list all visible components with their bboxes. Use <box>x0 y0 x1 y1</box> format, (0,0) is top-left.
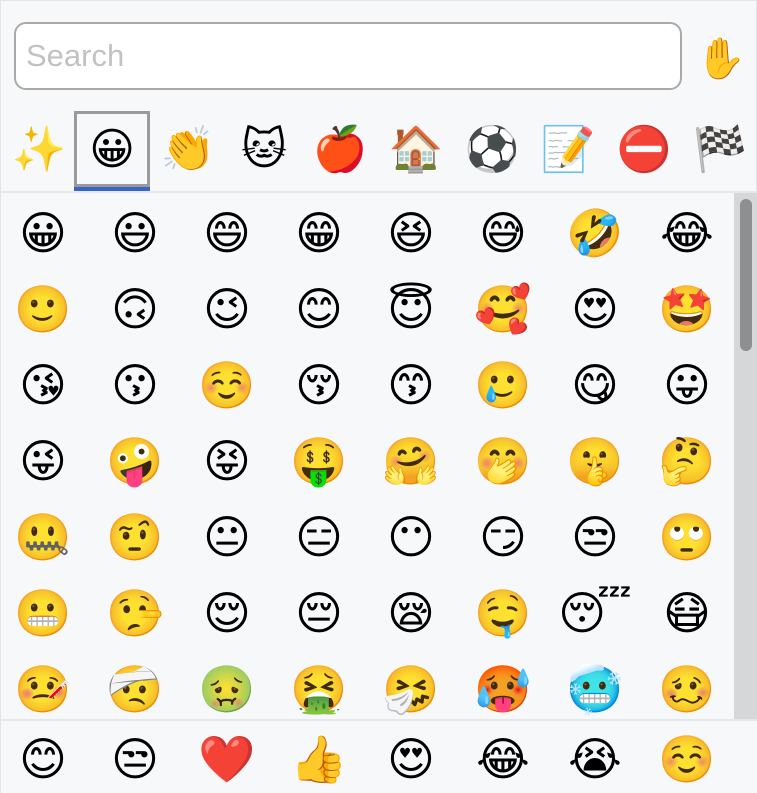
emoji-cell[interactable]: 🤣 <box>557 195 633 271</box>
emoji-cell[interactable]: 🙃 <box>97 271 173 347</box>
emoji-cell[interactable]: 😜 <box>5 423 81 499</box>
emoji-cell[interactable]: 😶 <box>373 499 449 575</box>
emoji-cell[interactable]: 🤑 <box>281 423 357 499</box>
recent-emoji[interactable]: ☺️ <box>649 723 725 793</box>
tab-activities[interactable]: ⚽ <box>454 111 530 187</box>
grinning-face-icon: 😀 <box>89 123 135 175</box>
tab-objects[interactable]: 📝 <box>530 111 606 187</box>
emoji-cell[interactable]: 😃 <box>97 195 173 271</box>
tab-places[interactable]: 🏠 <box>378 111 454 187</box>
tab-people[interactable]: 👏 <box>150 111 226 187</box>
emoji-cell[interactable]: 😐 <box>189 499 265 575</box>
emoji-cell[interactable]: 🤔 <box>649 423 725 499</box>
emoji-cell[interactable]: 🤮 <box>281 651 357 719</box>
emoji-cell[interactable]: 😪 <box>373 575 449 651</box>
recent-emoji[interactable]: 😊 <box>5 723 81 793</box>
emoji-cell[interactable]: 😙 <box>373 347 449 423</box>
emoji-cell[interactable]: 😉 <box>189 271 265 347</box>
emoji-cell[interactable]: 🥰 <box>465 271 541 347</box>
tab-food[interactable]: 🍎 <box>302 111 378 187</box>
tab-animals[interactable]: 🐱 <box>226 111 302 187</box>
emoji-cell[interactable]: 🤗 <box>373 423 449 499</box>
emoji-picker: ✋ ✨😀👏🐱🍎🏠⚽📝⛔🏁 😀😃😄😁😆😅🤣😂🙂🙃😉😊😇🥰😍🤩😘😗☺️😚😙🥲😋😛😜🤪… <box>0 0 757 793</box>
recent-emoji-bar: 😊 😒 ❤️ 👍 😍 😂 😭 ☺️ <box>1 719 757 793</box>
emoji-cell[interactable]: 😌 <box>189 575 265 651</box>
emoji-cell[interactable]: 😏 <box>465 499 541 575</box>
emoji-cell[interactable]: 🤐 <box>5 499 81 575</box>
emoji-cell[interactable]: 🤒 <box>5 651 81 719</box>
recent-emoji[interactable]: 😂 <box>465 723 541 793</box>
emoji-cell[interactable]: 🤫 <box>557 423 633 499</box>
recent-emoji[interactable]: 👍 <box>281 723 357 793</box>
emoji-cell[interactable]: 🙂 <box>5 271 81 347</box>
search-input[interactable] <box>14 22 682 90</box>
waving-hands-icon: 👏 <box>160 124 216 175</box>
tab-smileys[interactable]: 😀 <box>74 111 150 187</box>
emoji-cell[interactable]: 😁 <box>281 195 357 271</box>
emoji-cell[interactable]: 😆 <box>373 195 449 271</box>
emoji-cell[interactable]: 🥲 <box>465 347 541 423</box>
emoji-cell[interactable]: 🥵 <box>465 651 541 719</box>
emoji-cell[interactable]: 🤭 <box>465 423 541 499</box>
emoji-cell[interactable]: ☺️ <box>189 347 265 423</box>
emoji-cell[interactable]: 😛 <box>649 347 725 423</box>
tab-frequent[interactable]: ✨ <box>1 111 77 187</box>
emoji-cell[interactable]: 😔 <box>281 575 357 651</box>
emoji-cell[interactable]: 🥴 <box>649 651 725 719</box>
emoji-cell[interactable]: 🤥 <box>97 575 173 651</box>
emoji-cell[interactable]: 🤧 <box>373 651 449 719</box>
emoji-cell[interactable]: 🤪 <box>97 423 173 499</box>
emoji-cell[interactable]: 😂 <box>649 195 725 271</box>
no-entry-icon: ⛔ <box>616 124 672 175</box>
emoji-cell[interactable]: 😚 <box>281 347 357 423</box>
emoji-cell[interactable]: 😍 <box>557 271 633 347</box>
tab-flags[interactable]: 🏁 <box>682 111 757 187</box>
emoji-cell[interactable]: 😅 <box>465 195 541 271</box>
soccer-ball-icon: ⚽ <box>464 124 520 175</box>
recent-emoji[interactable]: 😍 <box>373 723 449 793</box>
emoji-cell[interactable]: 😗 <box>97 347 173 423</box>
scrollbar-thumb[interactable] <box>740 199 752 351</box>
emoji-cell[interactable]: 😘 <box>5 347 81 423</box>
emoji-cell[interactable]: 😀 <box>5 195 81 271</box>
memo-icon: 📝 <box>540 124 596 175</box>
emoji-cell[interactable]: 😋 <box>557 347 633 423</box>
emoji-cell[interactable]: 🥶 <box>557 651 633 719</box>
tab-symbols[interactable]: ⛔ <box>606 111 682 187</box>
emoji-cell[interactable]: 😴 <box>557 575 633 651</box>
emoji-cell[interactable]: 🙄 <box>649 499 725 575</box>
cat-face-icon: 🐱 <box>241 123 287 175</box>
recent-emoji[interactable]: 😭 <box>557 723 633 793</box>
emoji-cell[interactable]: 😑 <box>281 499 357 575</box>
emoji-cell[interactable]: 😝 <box>189 423 265 499</box>
category-bar: ✨ 😀 👏 🐱 🍎 🏠 ⚽ 📝 ⛔ 🏁 <box>1 107 757 193</box>
raised-hand-icon[interactable]: ✋ <box>693 31 749 87</box>
emoji-cell[interactable]: 😇 <box>373 271 449 347</box>
emoji-cell[interactable]: 😒 <box>557 499 633 575</box>
apple-icon: 🍎 <box>312 124 368 175</box>
recent-emoji[interactable]: ❤️ <box>189 723 265 793</box>
emoji-cell[interactable]: 😷 <box>649 575 725 651</box>
emoji-cell[interactable]: 😄 <box>189 195 265 271</box>
emoji-grid: 😀 😃 😄 😁 😆 😅 🤣 😂 🙂 🙃 😉 😊 😇 🥰 😍 🤩 😘 😗 ☺️ 😚 😙 🥲 😋 😛 😜 🤪 😝 🤑 🤗 🤭 🤫 🤔 🤐 🤨 😐 😑 😶 😏 😒… <box>1 193 734 719</box>
checkered-flag-icon: 🏁 <box>692 124 748 175</box>
emoji-cell[interactable]: 😬 <box>5 575 81 651</box>
emoji-cell[interactable]: 🤨 <box>97 499 173 575</box>
recent-emoji[interactable]: 😒 <box>97 723 173 793</box>
emoji-cell[interactable]: 🤩 <box>649 271 725 347</box>
search-row: ✋ <box>1 1 757 107</box>
sparkles-icon: ✨ <box>11 124 67 175</box>
emoji-cell[interactable]: 🤤 <box>465 575 541 651</box>
emoji-cell[interactable]: 🤕 <box>97 651 173 719</box>
emoji-cell[interactable]: 😊 <box>281 271 357 347</box>
emoji-cell[interactable]: 🤢 <box>189 651 265 719</box>
house-icon: 🏠 <box>388 124 444 175</box>
